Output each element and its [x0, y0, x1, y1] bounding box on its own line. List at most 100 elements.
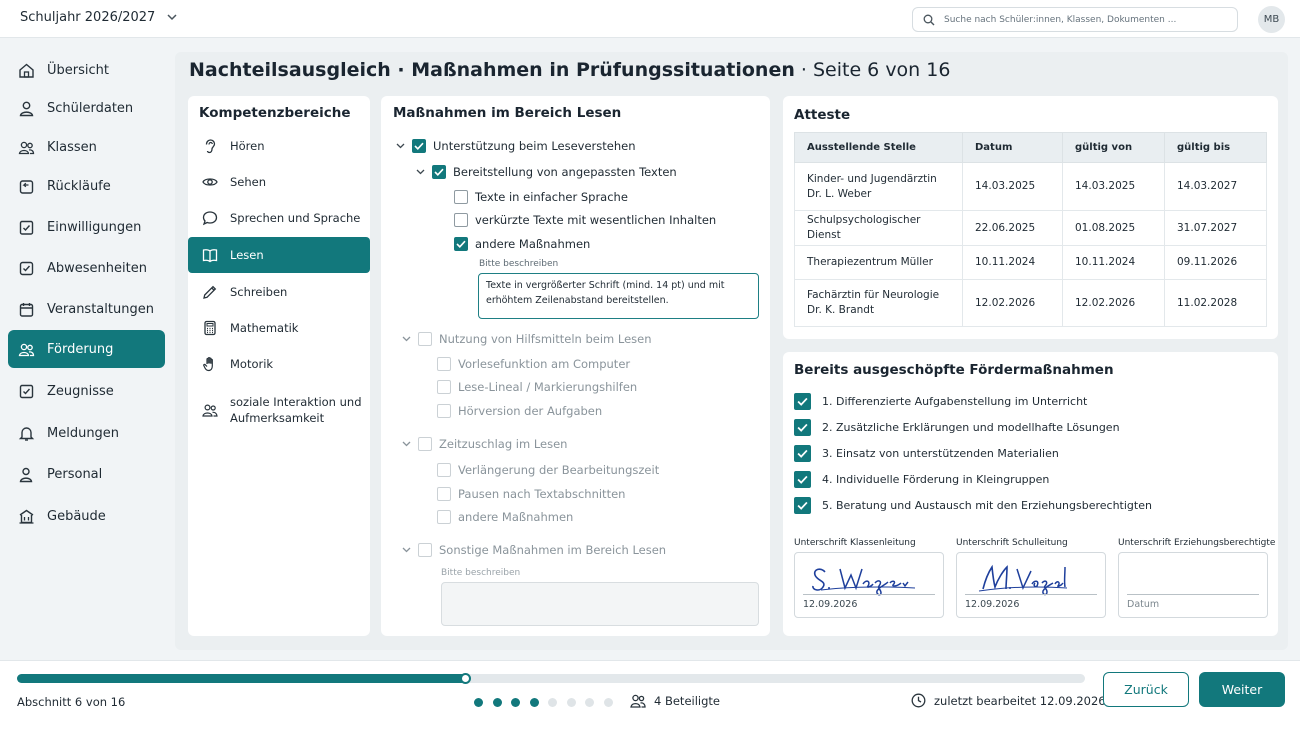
valid-from-cell: 14.03.2025	[1062, 162, 1165, 211]
checkbox-verkuerzte-texte[interactable]	[454, 213, 468, 227]
sidebar-item-uebersicht[interactable]: Übersicht	[8, 51, 165, 89]
sidebar-item-einwilligungen[interactable]: Einwilligungen	[8, 208, 165, 246]
checkbox-pausen[interactable]	[437, 487, 451, 501]
support-icon	[18, 343, 35, 356]
describe-textarea[interactable]	[478, 273, 759, 319]
checkbox-exhausted-4[interactable]	[794, 471, 811, 488]
competence-lesen[interactable]: Lesen	[188, 237, 370, 273]
calculator-icon	[204, 320, 216, 336]
signature-field-guardian[interactable]: Datum	[1118, 552, 1268, 618]
checkbox-bearbeitungszeit[interactable]	[437, 463, 451, 477]
user-icon	[19, 101, 34, 116]
chevron-down-icon[interactable]	[395, 143, 405, 149]
exhausted-label: 4. Individuelle Förderung in Kleingruppe…	[822, 473, 1050, 486]
date-cell: 14.03.2025	[962, 162, 1063, 211]
signature-label-principal: Unterschrift Schulleitung	[956, 538, 1068, 548]
top-bar: Schuljahr 2026/2027 MB	[0, 0, 1300, 38]
table-row[interactable]: Schulpsychologischer Dienst 22.06.2025 0…	[794, 210, 1267, 246]
table-row[interactable]: Therapiezentrum Müller 10.11.2024 10.11.…	[794, 245, 1267, 280]
exhausted-item: 4. Individuelle Förderung in Kleingruppe…	[794, 471, 1049, 488]
step-dot[interactable]	[474, 698, 483, 707]
table-row[interactable]: Kinder- und Jugendärztin Dr. L. Weber 14.…	[794, 162, 1267, 211]
chevron-down-icon[interactable]	[401, 441, 411, 447]
sidebar-item-label: Rückläufe	[47, 178, 111, 194]
signature-field-principal[interactable]: 12.09.2026	[956, 552, 1106, 618]
next-button[interactable]: Weiter	[1199, 672, 1285, 707]
competence-hoeren[interactable]: Hören	[188, 128, 370, 164]
checkbox-angepasste-texte[interactable]	[432, 165, 446, 179]
chevron-down-icon[interactable]	[415, 169, 425, 175]
back-button[interactable]: Zurück	[1103, 672, 1189, 707]
sidebar: Übersicht Schülerdaten Klassen Rückläufe…	[0, 39, 172, 659]
checkbox-sonstige[interactable]	[418, 543, 432, 557]
competence-sehen[interactable]: Sehen	[188, 164, 370, 200]
chevron-down-icon[interactable]	[401, 547, 411, 553]
checkbox-hilfsmittel[interactable]	[418, 332, 432, 346]
staff-icon	[19, 467, 33, 482]
measure-label: Hörversion der Aufgaben	[458, 404, 603, 418]
sidebar-item-abwesenheiten[interactable]: Abwesenheiten	[8, 249, 165, 287]
user-avatar[interactable]: MB	[1258, 6, 1285, 33]
checkbox-andere-zeit[interactable]	[437, 510, 451, 524]
step-dot[interactable]	[492, 698, 502, 707]
search-input[interactable]	[944, 14, 1224, 25]
sidebar-item-schuelerdaten[interactable]: Schülerdaten	[8, 89, 165, 127]
sidebar-item-zeugnisse[interactable]: Zeugnisse	[8, 372, 165, 410]
sidebar-item-foerderung[interactable]: Förderung	[8, 330, 165, 368]
competence-mathematik[interactable]: Mathematik	[188, 310, 370, 346]
sidebar-item-klassen[interactable]: Klassen	[8, 128, 165, 166]
sidebar-item-personal[interactable]: Personal	[8, 455, 165, 493]
checkbox-zeitzuschlag[interactable]	[418, 437, 432, 451]
measure-option: andere Maßnahmen	[437, 510, 573, 524]
step-dot[interactable]	[585, 698, 594, 707]
sidebar-item-veranstaltungen[interactable]: Veranstaltungen	[8, 290, 165, 328]
sidebar-item-label: Schülerdaten	[47, 100, 134, 116]
step-dot[interactable]	[566, 698, 576, 707]
issuer-cell: Fachärztin für Neurologie Dr. K. Brandt	[794, 279, 963, 327]
page-title: Nachteilsausgleich · Maßnahmen in Prüfun…	[189, 59, 951, 81]
step-dot[interactable]	[548, 698, 557, 707]
competence-motorik[interactable]: Motorik	[188, 346, 370, 382]
school-year-select[interactable]: Schuljahr 2026/2027	[20, 10, 177, 25]
step-dot[interactable]	[511, 698, 520, 707]
progress-handle[interactable]	[459, 673, 471, 684]
table-row[interactable]: Fachärztin für Neurologie Dr. K. Brandt 1…	[794, 279, 1267, 327]
describe-textarea-sonstige[interactable]	[441, 582, 759, 626]
measure-label: Vorlesefunktion am Computer	[458, 357, 631, 371]
sidebar-item-label: Abwesenheiten	[47, 260, 147, 276]
competence-schreiben[interactable]: Schreiben	[188, 274, 370, 310]
sidebar-item-ruecklaeufe[interactable]: Rückläufe	[8, 167, 165, 205]
step-dot[interactable]	[603, 698, 613, 707]
checkbox-einfache-sprache[interactable]	[454, 190, 468, 204]
sidebar-item-meldungen[interactable]: Meldungen	[8, 414, 165, 452]
signature-field-teacher[interactable]: 12.09.2026	[794, 552, 944, 618]
exhausted-label: 1. Differenzierte Aufgabenstellung im Un…	[822, 395, 1088, 408]
measure-label: Unterstützung beim Leseverstehen	[433, 139, 636, 153]
competence-sprechen[interactable]: Sprechen und Sprache	[188, 200, 370, 236]
checkbox-lese-lineal[interactable]	[437, 380, 451, 394]
checkbox-exhausted-5[interactable]	[794, 497, 811, 514]
signature-line	[965, 594, 1097, 595]
section-indicator: Abschnitt 6 von 16	[17, 695, 126, 709]
search-box[interactable]	[912, 7, 1238, 32]
exhausted-label: 2. Zusätzliche Erklärungen und modellhaf…	[822, 421, 1120, 434]
column-header: gültig von	[1062, 132, 1165, 163]
competence-soziale-interaktion[interactable]: soziale Interaktion und Aufmerksamkeit	[188, 389, 370, 431]
exhausted-item: 1. Differenzierte Aufgabenstellung im Un…	[794, 393, 1087, 410]
chevron-down-icon[interactable]	[401, 336, 411, 342]
checkbox-hoerversion[interactable]	[437, 404, 451, 418]
sidebar-item-gebaeude[interactable]: Gebäude	[8, 497, 165, 535]
building-icon	[19, 509, 34, 524]
signature-label-guardian: Unterschrift Erziehungsberechtigte	[1118, 538, 1276, 548]
checkbox-exhausted-3[interactable]	[794, 445, 811, 462]
checkbox-vorlesefunktion[interactable]	[437, 357, 451, 371]
step-dot[interactable]	[529, 698, 539, 707]
participants[interactable]: 4 Beteiligte	[630, 694, 720, 708]
issuer-cell: Kinder- und Jugendärztin Dr. L. Weber	[794, 162, 963, 211]
sidebar-item-label: Gebäude	[47, 508, 106, 524]
checkbox-andere-massnahmen[interactable]	[454, 237, 468, 251]
checkbox-leseverstehen[interactable]	[412, 139, 426, 153]
issuer-cell: Therapiezentrum Müller	[794, 245, 963, 280]
checkbox-exhausted-1[interactable]	[794, 393, 811, 410]
checkbox-exhausted-2[interactable]	[794, 419, 811, 436]
